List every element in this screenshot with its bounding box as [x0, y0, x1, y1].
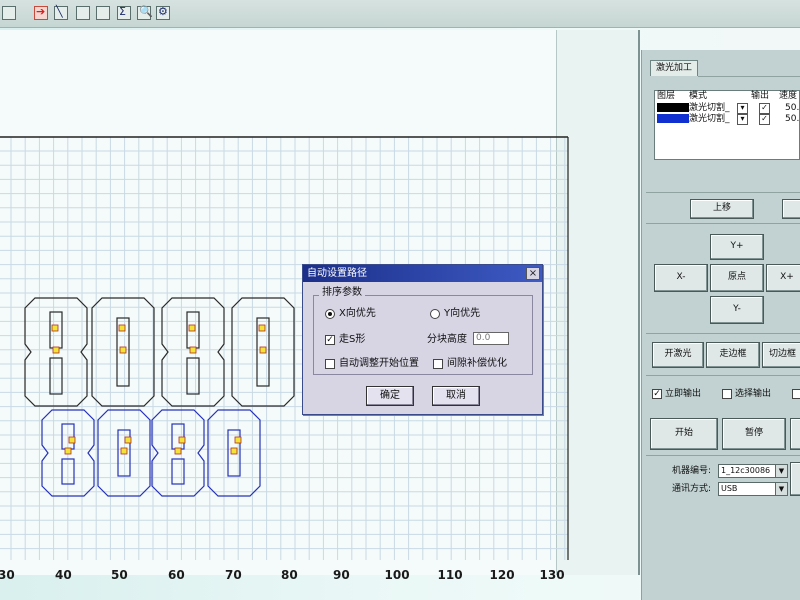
path-start-marker	[119, 346, 127, 354]
instant-output-label: 立即输出	[665, 389, 702, 399]
walk-border-button[interactable]: 走边框	[706, 342, 760, 368]
dialog-title: 自动设置路径	[303, 265, 542, 282]
select-output-checkbox[interactable]	[722, 389, 732, 399]
select-output-label: 选择输出	[735, 389, 772, 399]
ruler-tick-label: 90	[333, 568, 350, 582]
ok-button[interactable]: 确定	[366, 386, 414, 406]
x-minus-button[interactable]: X-	[654, 264, 708, 292]
laser-on-button[interactable]: 开激光	[652, 342, 704, 368]
stop-button[interactable]	[790, 418, 800, 450]
x-plus-button[interactable]: X+	[766, 264, 800, 292]
cut-border-button[interactable]: 切边框	[762, 342, 800, 368]
ruler-tick-label: 100	[384, 568, 410, 582]
path-start-marker	[259, 346, 267, 354]
chevron-down-icon[interactable]: ▼	[775, 465, 787, 477]
chevron-down-icon[interactable]: ▼	[775, 483, 787, 495]
path-start-marker	[188, 324, 196, 332]
path-start-marker	[52, 346, 60, 354]
s-shape-checkbox[interactable]: ✓	[325, 335, 335, 345]
work-area-top	[0, 135, 568, 143]
col-layer: 图层	[657, 91, 676, 101]
ruler-tick-label: 80	[281, 568, 298, 582]
ruler-tick-label: 130	[539, 568, 565, 582]
comm-value: USB	[721, 484, 738, 493]
ruler-tick-label: 70	[225, 568, 242, 582]
mode-dropdown[interactable]: ▾	[737, 103, 748, 114]
col-mode: 模式	[689, 91, 708, 101]
col-speed: 速度	[779, 91, 798, 101]
connect-button[interactable]	[790, 462, 800, 496]
ruler-tick-label: 30	[0, 568, 15, 582]
layer-speed: 50.	[785, 103, 800, 113]
move-up-button[interactable]: 上移	[690, 199, 754, 219]
auto-start-checkbox[interactable]	[325, 359, 335, 369]
path-start-marker	[118, 324, 126, 332]
machine-no-value: 1_12c30086	[721, 466, 771, 475]
path-start-marker	[258, 324, 266, 332]
path-start-marker	[174, 447, 182, 455]
output-checkbox[interactable]: ✓	[759, 114, 770, 125]
ruler-tick-label: 60	[168, 568, 185, 582]
ruler-tick-label: 40	[55, 568, 72, 582]
pause-button[interactable]: 暂停	[722, 418, 786, 450]
gap-comp-checkbox[interactable]	[433, 359, 443, 369]
origin-button[interactable]: 原点	[710, 264, 764, 292]
extra-output-checkbox[interactable]	[792, 389, 800, 399]
path-start-marker	[68, 436, 76, 444]
col-output: 输出	[751, 91, 770, 101]
path-start-marker	[120, 447, 128, 455]
path-start-marker	[51, 324, 59, 332]
s-shape-label: 走S形	[339, 334, 366, 345]
auto-path-dialog: 自动设置路径 × 排序参数 X向优先 Y向优先 ✓ 走S形 分块高度 0.0 自…	[302, 264, 543, 415]
group-label: 排序参数	[319, 287, 365, 299]
ruler-tick-label: 50	[111, 568, 128, 582]
start-button[interactable]: 开始	[650, 418, 718, 450]
block-height-label: 分块高度	[427, 334, 467, 345]
layer-color-swatch	[657, 114, 689, 123]
path-start-marker	[234, 436, 242, 444]
path-start-marker	[64, 447, 72, 455]
close-icon[interactable]: ×	[526, 267, 540, 280]
right-edge-button[interactable]	[782, 199, 800, 219]
layer-color-swatch	[657, 103, 689, 112]
layer-mode: 激光切割_	[689, 114, 730, 124]
machine-no-select[interactable]: 1_12c30086 ▼	[718, 464, 788, 478]
instant-output-checkbox[interactable]: ✓	[652, 389, 662, 399]
path-start-marker	[230, 447, 238, 455]
y-plus-button[interactable]: Y+	[710, 234, 764, 260]
path-start-marker	[189, 346, 197, 354]
tab-laser-processing[interactable]: 激光加工	[650, 60, 698, 76]
ruler-tick-label: 110	[437, 568, 463, 582]
auto-start-label: 自动调整开始位置	[339, 358, 419, 369]
cancel-button[interactable]: 取消	[432, 386, 480, 406]
horizontal-ruler: 30 40 50 60 70 80 90 100 110 120 130	[0, 560, 565, 600]
path-start-marker	[178, 436, 186, 444]
comm-label: 通讯方式:	[672, 484, 712, 494]
machine-no-label: 机器编号:	[672, 466, 712, 476]
layer-table: 图层 模式 输出 速度 激光切割_ ▾ ✓ 50. 激光切割_ ▾ ✓ 50.	[654, 90, 800, 160]
layer-mode: 激光切割_	[689, 103, 730, 113]
output-checkbox[interactable]: ✓	[759, 103, 770, 114]
ruler-tick-label: 120	[489, 568, 515, 582]
y-minus-button[interactable]: Y-	[710, 296, 764, 324]
path-start-marker	[124, 436, 132, 444]
gap-comp-label: 间隙补偿优化	[447, 358, 507, 369]
y-priority-label: Y向优先	[444, 308, 481, 319]
comm-select[interactable]: USB ▼	[718, 482, 788, 496]
x-priority-radio[interactable]	[325, 309, 335, 319]
mode-dropdown[interactable]: ▾	[737, 114, 748, 125]
y-priority-radio[interactable]	[430, 309, 440, 319]
block-height-input[interactable]: 0.0	[473, 332, 509, 345]
layer-speed: 50.	[785, 114, 800, 124]
x-priority-label: X向优先	[339, 308, 376, 319]
